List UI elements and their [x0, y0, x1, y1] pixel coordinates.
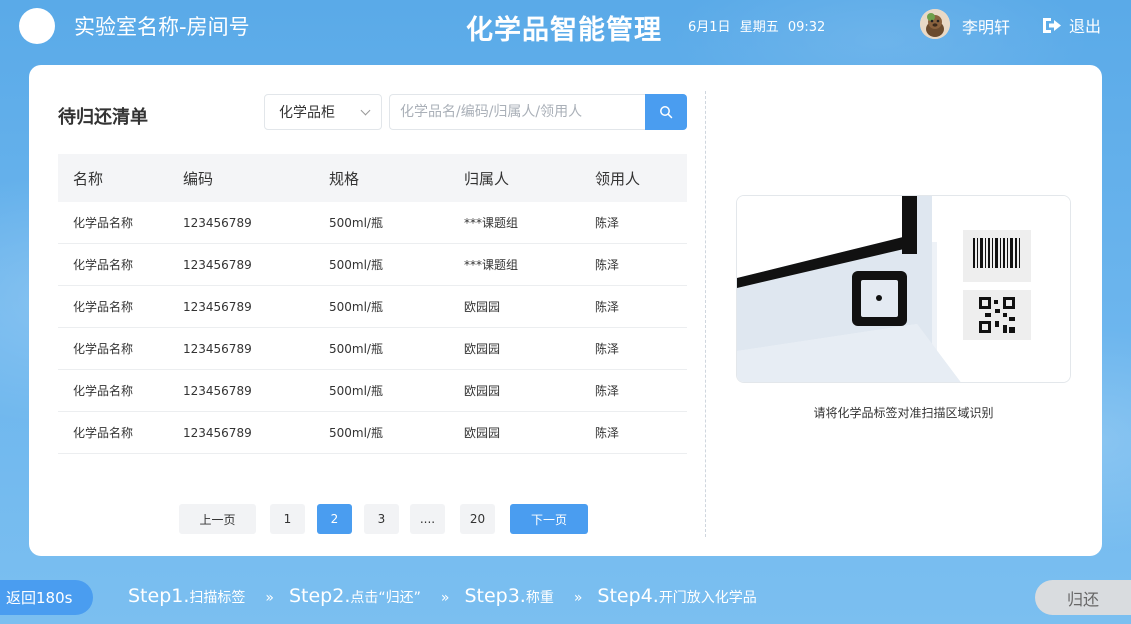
- cell-owner: ***课题组: [464, 258, 519, 272]
- cell-spec: 500ml/瓶: [329, 300, 383, 314]
- logout-label: 退出: [1069, 17, 1102, 36]
- page-button-2-current[interactable]: 2: [317, 504, 352, 534]
- return-table: 名称 编码 规格 归属人 领用人 化学品名称 123456789 500ml/瓶…: [58, 154, 687, 454]
- step-separator: »: [440, 590, 450, 606]
- cell-name: 化学品名称: [73, 426, 134, 440]
- scan-illustration: [737, 196, 1070, 382]
- cell-borrower: 陈泽: [595, 426, 620, 440]
- cell-borrower: 陈泽: [595, 258, 620, 272]
- step-4-label: Step4.: [597, 585, 659, 607]
- app-title: 化学品智能管理: [466, 15, 662, 46]
- next-page-button[interactable]: 下一页: [510, 504, 588, 534]
- datetime: 6月1日 星期五 09:32: [688, 16, 830, 35]
- weekday: 星期五: [739, 20, 779, 35]
- column-header-spec: 规格: [329, 169, 360, 188]
- cell-name: 化学品名称: [73, 300, 134, 314]
- cell-borrower: 陈泽: [595, 342, 620, 356]
- cell-code: 123456789: [183, 299, 252, 314]
- cell-owner: 欧园园: [464, 300, 501, 314]
- step-3-label: Step3.: [464, 585, 526, 607]
- cabinet-select-value: 化学品柜: [279, 105, 335, 121]
- return-list-panel: 待归还清单 化学品柜 名称 编码 规格 归属人 领用人 化学品名称 123456…: [29, 65, 705, 556]
- table-row[interactable]: 化学品名称 123456789 500ml/瓶 ***课题组 陈泽: [58, 244, 687, 286]
- search-input[interactable]: [389, 94, 646, 130]
- step-2-text: 点击“归还”: [350, 590, 421, 606]
- step-1-text: 扫描标签: [189, 590, 246, 606]
- cabinet-select[interactable]: 化学品柜: [264, 94, 382, 130]
- page-button-20[interactable]: 20: [460, 504, 495, 534]
- cell-owner: 欧园园: [464, 342, 501, 356]
- cell-name: 化学品名称: [73, 216, 134, 230]
- cell-borrower: 陈泽: [595, 216, 620, 230]
- section-title: 待归还清单: [58, 107, 148, 128]
- cell-spec: 500ml/瓶: [329, 258, 383, 272]
- cell-spec: 500ml/瓶: [329, 426, 383, 440]
- table-row[interactable]: 化学品名称 123456789 500ml/瓶 欧园园 陈泽: [58, 286, 687, 328]
- column-header-owner: 归属人: [464, 169, 510, 188]
- header: 实验室名称-房间号 化学品智能管理 6月1日 星期五 09:32 李明轩 退出: [0, 0, 1131, 56]
- cell-borrower: 陈泽: [595, 300, 620, 314]
- logo: [19, 8, 55, 44]
- table-row[interactable]: 化学品名称 123456789 500ml/瓶 欧园园 陈泽: [58, 370, 687, 412]
- table-row[interactable]: 化学品名称 123456789 500ml/瓶 ***课题组 陈泽: [58, 202, 687, 244]
- cell-owner: ***课题组: [464, 216, 519, 230]
- pagination: 上一页 1 2 3 .... 20 下一页: [29, 504, 705, 534]
- cell-code: 123456789: [183, 341, 252, 356]
- cell-owner: 欧园园: [464, 384, 501, 398]
- chevron-down-icon: [360, 105, 371, 116]
- step-guide: Step1. 扫描标签 » Step2. 点击“归还” » Step3. 称重 …: [128, 585, 757, 607]
- cell-name: 化学品名称: [73, 384, 134, 398]
- page-ellipsis: ....: [410, 504, 445, 534]
- table-row[interactable]: 化学品名称 123456789 500ml/瓶 欧园园 陈泽: [58, 412, 687, 454]
- cell-owner: 欧园园: [464, 426, 501, 440]
- cell-code: 123456789: [183, 257, 252, 272]
- lab-name: 实验室名称-房间号: [74, 15, 250, 39]
- return-button[interactable]: 归还: [1035, 580, 1131, 615]
- scan-hint: 请将化学品标签对准扫描区域识别: [813, 406, 994, 420]
- avatar[interactable]: [920, 9, 950, 39]
- search-button[interactable]: [645, 94, 687, 130]
- page-button-3[interactable]: 3: [364, 504, 399, 534]
- logout-button[interactable]: 退出: [1041, 13, 1101, 37]
- column-header-borrower: 领用人: [595, 169, 641, 188]
- user-name: 李明轩: [962, 18, 1011, 37]
- cell-code: 123456789: [183, 425, 252, 440]
- main-card: 待归还清单 化学品柜 名称 编码 规格 归属人 领用人 化学品名称 123456…: [29, 65, 1102, 556]
- table-row[interactable]: 化学品名称 123456789 500ml/瓶 欧园园 陈泽: [58, 328, 687, 370]
- cell-code: 123456789: [183, 383, 252, 398]
- column-header-name: 名称: [73, 169, 104, 188]
- step-4-text: 开门放入化学品: [658, 590, 757, 606]
- step-1-label: Step1.: [128, 585, 190, 607]
- time: 09:32: [787, 20, 826, 35]
- cell-code: 123456789: [183, 215, 252, 230]
- date: 6月1日: [688, 20, 731, 35]
- cell-spec: 500ml/瓶: [329, 216, 383, 230]
- logout-icon: [1043, 17, 1061, 33]
- avatar-icon: [920, 9, 950, 39]
- panel-divider: [705, 91, 706, 537]
- step-separator: »: [265, 590, 274, 606]
- cell-spec: 500ml/瓶: [329, 384, 383, 398]
- cell-name: 化学品名称: [73, 258, 134, 272]
- cell-name: 化学品名称: [73, 342, 134, 356]
- table-header: 名称 编码 规格 归属人 领用人: [58, 154, 687, 202]
- cell-borrower: 陈泽: [595, 384, 620, 398]
- search-icon: [660, 106, 673, 119]
- step-separator: »: [573, 590, 583, 606]
- column-header-code: 编码: [183, 169, 214, 188]
- back-button[interactable]: 返回180s: [0, 580, 93, 615]
- page-button-1[interactable]: 1: [270, 504, 305, 534]
- prev-page-button[interactable]: 上一页: [179, 504, 256, 534]
- step-3-text: 称重: [525, 590, 554, 606]
- step-2-label: Step2.: [288, 585, 351, 607]
- scan-area: [736, 195, 1071, 383]
- cell-spec: 500ml/瓶: [329, 342, 383, 356]
